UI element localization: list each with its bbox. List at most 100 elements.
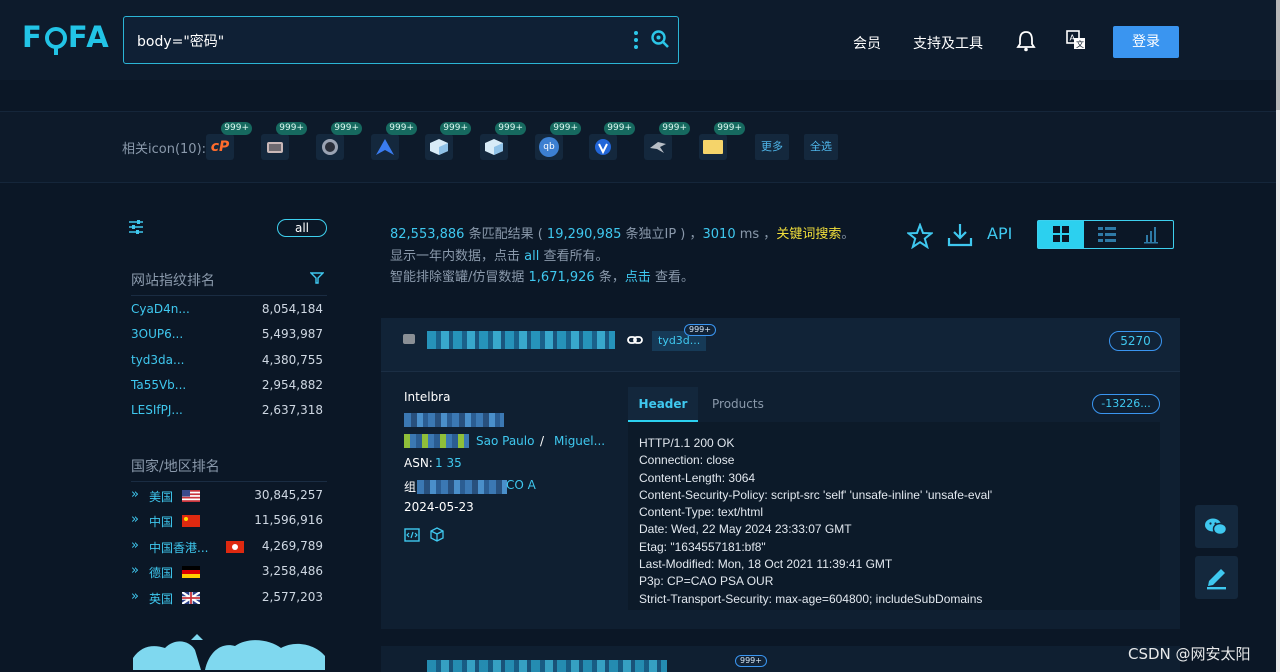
fingerprint-row[interactable]: 3OUP6... 5,493,987 bbox=[131, 324, 323, 344]
fingerprint-name[interactable]: Ta55Vb... bbox=[131, 378, 186, 392]
header-line: Strict-Transport-Security: max-age=60480… bbox=[639, 592, 983, 606]
cube-icon[interactable]: 999+ bbox=[425, 122, 471, 160]
country-name[interactable]: 美国 bbox=[149, 488, 173, 505]
country-row[interactable]: » 美国 30,845,257 bbox=[131, 485, 323, 505]
cube-icon[interactable]: 999+ bbox=[480, 122, 526, 160]
download-icon[interactable] bbox=[947, 222, 973, 248]
country-name[interactable]: 中国 bbox=[149, 513, 173, 530]
arrow-a-icon[interactable]: 999+ bbox=[371, 122, 417, 160]
update-date: 2024-05-23 bbox=[404, 500, 474, 514]
code-icon[interactable] bbox=[404, 528, 420, 542]
fingerprint-row[interactable]: CyaD4n... 8,054,184 bbox=[131, 299, 323, 319]
link-icon[interactable] bbox=[627, 334, 643, 346]
result-summary: 82,553,886 条匹配结果 ( 19,290,985 条独立IP ) ，3… bbox=[390, 223, 854, 242]
feedback-button[interactable] bbox=[1195, 556, 1238, 599]
all-link[interactable]: all bbox=[524, 249, 539, 264]
funnel-icon[interactable] bbox=[310, 272, 324, 284]
more-options-icon[interactable] bbox=[632, 30, 640, 50]
api-button[interactable]: API bbox=[987, 224, 1012, 243]
tag-badge: 999+ bbox=[684, 324, 716, 336]
country-name[interactable]: 德国 bbox=[149, 564, 173, 581]
nav-support-tools[interactable]: 支持及工具 bbox=[913, 33, 983, 53]
search-input[interactable]: body="密码" bbox=[137, 31, 224, 51]
country-rank-title: 国家/地区排名 bbox=[131, 459, 220, 475]
port-pill[interactable]: 5270 bbox=[1109, 331, 1162, 351]
hash-pill[interactable]: -13226... bbox=[1092, 394, 1160, 414]
scrollbar-thumb[interactable] bbox=[1276, 0, 1280, 110]
hk-flag-icon bbox=[226, 541, 244, 553]
country-name[interactable]: 中国香港... bbox=[149, 539, 208, 556]
icon-badge: 999+ bbox=[386, 122, 417, 135]
search-box[interactable]: body="密码" bbox=[123, 16, 679, 64]
qb-icon[interactable]: qb 999+ bbox=[535, 122, 581, 160]
region-link[interactable]: Miguel... bbox=[554, 434, 605, 448]
star-icon[interactable] bbox=[907, 223, 933, 249]
list-view-icon[interactable] bbox=[1084, 221, 1129, 248]
lens-icon[interactable]: 999+ bbox=[316, 122, 362, 160]
icon-badge: 999+ bbox=[221, 122, 252, 135]
scrollbar[interactable] bbox=[1276, 0, 1280, 672]
header-line: Etag: "1634557181:bf8" bbox=[639, 540, 766, 554]
keyword-search-link[interactable]: 关键词搜索 bbox=[776, 227, 841, 242]
header-line: HTTP/1.1 200 OK bbox=[639, 436, 735, 450]
search-icon[interactable] bbox=[650, 29, 670, 49]
cpanel-icon[interactable]: cP 999+ bbox=[206, 122, 252, 160]
country-row[interactable]: » 英国 2,577,203 bbox=[131, 587, 323, 607]
org-link[interactable]: CO A bbox=[506, 478, 536, 492]
http-header-panel: HTTP/1.1 200 OK Connection: close Conten… bbox=[628, 422, 1160, 610]
country-count: 4,269,789 bbox=[261, 539, 323, 553]
svg-text:文: 文 bbox=[1076, 39, 1084, 49]
fingerprint-count: 2,954,882 bbox=[261, 378, 323, 392]
wechat-button[interactable] bbox=[1195, 505, 1238, 548]
host-link-redacted[interactable] bbox=[427, 660, 667, 672]
fofa-logo[interactable]: F FA bbox=[22, 20, 111, 55]
header-line: P3p: CP=CAO PSA OUR bbox=[639, 574, 774, 588]
screenshot-icon[interactable] bbox=[403, 334, 415, 344]
fingerprint-name[interactable]: 3OUP6... bbox=[131, 327, 183, 341]
click-link[interactable]: 点击 bbox=[625, 270, 651, 285]
tab-products[interactable]: Products bbox=[712, 397, 764, 411]
camera-icon[interactable]: 999+ bbox=[261, 122, 307, 160]
shield-icon[interactable]: 999+ bbox=[589, 122, 635, 160]
fingerprint-name[interactable]: tyd3da... bbox=[131, 353, 184, 367]
fingerprint-name[interactable]: LESIfPJ... bbox=[131, 403, 183, 417]
fingerprint-row[interactable]: tyd3da... 4,380,755 bbox=[131, 350, 323, 370]
tab-header[interactable]: Header bbox=[628, 387, 698, 422]
bird-icon[interactable]: 999+ bbox=[644, 122, 690, 160]
country-row[interactable]: » 德国 3,258,486 bbox=[131, 561, 323, 581]
chart-view-icon[interactable] bbox=[1129, 221, 1173, 248]
note-text: 显示一年内数据，点击 bbox=[390, 249, 525, 264]
login-button[interactable]: 登录 bbox=[1113, 26, 1179, 58]
view-toggle bbox=[1037, 220, 1174, 249]
header-line: Content-Type: text/html bbox=[639, 505, 764, 519]
select-all-button[interactable]: 全选 bbox=[804, 134, 838, 160]
bell-icon[interactable] bbox=[1016, 30, 1036, 52]
country-name[interactable]: 英国 bbox=[149, 590, 173, 607]
country-row[interactable]: » 中国 11,596,916 bbox=[131, 510, 323, 530]
icon-badge: 999+ bbox=[714, 122, 745, 135]
fingerprint-row[interactable]: Ta55Vb... 2,954,882 bbox=[131, 375, 323, 395]
fingerprint-row[interactable]: LESIfPJ... 2,637,318 bbox=[131, 400, 323, 420]
de-flag-icon bbox=[182, 566, 200, 578]
country-count: 30,845,257 bbox=[254, 488, 323, 502]
envelope-icon[interactable]: 999+ bbox=[699, 122, 745, 160]
fingerprint-count: 5,493,987 bbox=[261, 327, 323, 341]
grid-view-icon[interactable] bbox=[1038, 221, 1084, 248]
gb-flag-icon bbox=[182, 592, 200, 604]
translate-icon[interactable]: A文 bbox=[1066, 30, 1086, 50]
nav-membership[interactable]: 会员 bbox=[853, 33, 881, 53]
city-link[interactable]: Sao Paulo bbox=[476, 434, 534, 448]
world-map[interactable] bbox=[131, 630, 327, 670]
fingerprint-name[interactable]: CyaD4n... bbox=[131, 302, 190, 316]
match-count: 82,553,886 bbox=[390, 227, 465, 242]
asn-link[interactable]: 1 35 bbox=[435, 456, 462, 470]
more-icons-button[interactable]: 更多 bbox=[755, 134, 789, 160]
all-filter-pill[interactable]: all bbox=[277, 219, 327, 237]
double-chevron-icon: » bbox=[131, 487, 139, 502]
filter-settings-icon[interactable] bbox=[128, 220, 144, 234]
icon-badge: 999+ bbox=[495, 122, 526, 135]
tag-badge: 999+ bbox=[735, 655, 767, 667]
cube-icon[interactable] bbox=[430, 527, 444, 542]
host-link-redacted[interactable] bbox=[427, 331, 615, 349]
country-row[interactable]: » 中国香港... 4,269,789 bbox=[131, 536, 323, 556]
